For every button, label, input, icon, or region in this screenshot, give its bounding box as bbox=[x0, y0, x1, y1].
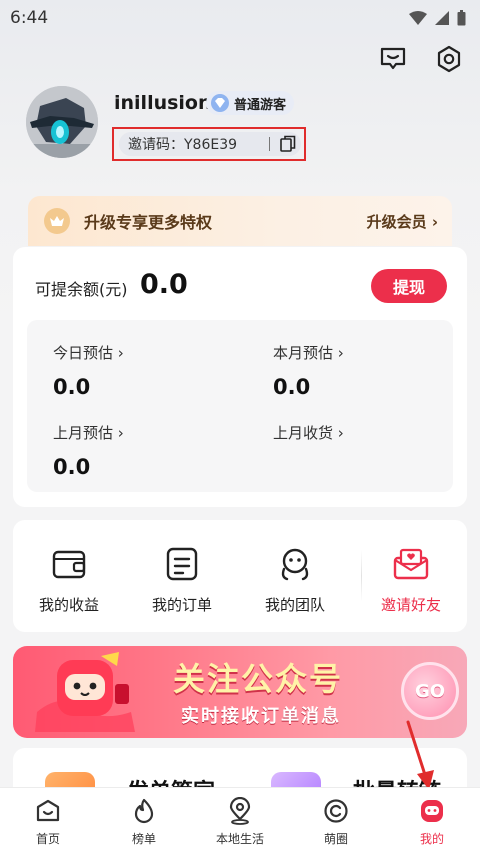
gear-icon bbox=[437, 45, 461, 73]
stat-last-month-received[interactable]: 上月收货 › bbox=[273, 422, 473, 492]
avatar-image bbox=[26, 86, 98, 158]
team-icon bbox=[275, 544, 315, 584]
home-icon bbox=[33, 796, 63, 826]
member-level-label: 普通游客 bbox=[234, 97, 287, 113]
action-my-team[interactable]: 我的团队 bbox=[245, 520, 345, 632]
stat-value: 0.0 bbox=[273, 375, 311, 399]
diamond-icon bbox=[211, 94, 229, 112]
tab-home[interactable]: 首页 bbox=[0, 788, 96, 853]
flame-icon bbox=[129, 796, 159, 826]
member-level-badge: 普通游客 bbox=[206, 91, 295, 115]
stat-label: 本月预估 › bbox=[273, 344, 344, 362]
banner-title: 关注公众号 bbox=[173, 660, 344, 698]
profile-icon bbox=[417, 796, 447, 826]
mascot-illustration bbox=[35, 652, 135, 732]
wallet-icon bbox=[49, 544, 89, 584]
stat-value: 0.0 bbox=[53, 375, 91, 399]
banner-subtitle: 实时接收订单消息 bbox=[181, 706, 341, 727]
order-icon bbox=[162, 544, 202, 584]
action-label: 我的收益 bbox=[38, 596, 99, 614]
invite-code-pill[interactable]: 邀请码：Y86E39 bbox=[119, 132, 301, 156]
stat-label: 今日预估 › bbox=[53, 344, 124, 362]
stat-label: 上月收货 › bbox=[273, 424, 344, 442]
settings-button[interactable] bbox=[434, 44, 464, 74]
header-actions bbox=[378, 44, 464, 74]
avatar[interactable] bbox=[26, 86, 98, 158]
tab-cute-circle[interactable]: 萌圈 bbox=[288, 788, 384, 853]
stat-today-estimate[interactable]: 今日预估 › 0.0 bbox=[53, 342, 253, 412]
invite-code-text: 邀请码：Y86E39 bbox=[128, 137, 238, 153]
stat-value: 0.0 bbox=[53, 455, 91, 479]
pointer-arrow bbox=[406, 720, 434, 790]
action-label: 邀请好友 bbox=[380, 596, 441, 614]
action-my-orders[interactable]: 我的订单 bbox=[132, 520, 232, 632]
vip-upgrade-banner[interactable]: 升级专享更多特权 升级会员 › bbox=[28, 196, 452, 246]
action-label: 我的团队 bbox=[264, 596, 325, 614]
action-invite-friends[interactable]: 邀请好友 bbox=[361, 520, 461, 632]
battery-icon bbox=[457, 10, 466, 26]
action-label: 我的订单 bbox=[151, 596, 212, 614]
action-my-earnings[interactable]: 我的收益 bbox=[19, 520, 119, 632]
wifi-icon bbox=[409, 11, 427, 25]
earnings-stats: 今日预估 › 0.0 本月预估 › 0.0 上月预估 › 0.0 上月收货 › bbox=[27, 320, 453, 492]
copy-icon[interactable] bbox=[280, 135, 296, 153]
invite-code-highlight: 邀请码：Y86E39 bbox=[112, 127, 306, 161]
crown-icon bbox=[44, 208, 70, 234]
balance-card: 可提余额(元) 0.0 提现 今日预估 › 0.0 本月预估 › 0.0 上月预… bbox=[13, 247, 467, 507]
stat-last-month-estimate[interactable]: 上月预估 › 0.0 bbox=[53, 422, 253, 492]
invite-envelope-icon bbox=[391, 544, 431, 584]
withdraw-button[interactable]: 提现 bbox=[371, 269, 447, 303]
go-button[interactable]: GO bbox=[401, 662, 459, 720]
stat-label: 上月预估 › bbox=[53, 424, 124, 442]
tab-local-life[interactable]: 本地生活 bbox=[192, 788, 288, 853]
location-icon bbox=[225, 796, 255, 826]
tab-mine[interactable]: 我的 bbox=[384, 788, 480, 853]
signal-icon bbox=[435, 11, 449, 25]
follow-official-account-banner[interactable]: 关注公众号 实时接收订单消息 GO bbox=[13, 646, 467, 738]
tab-label: 榜单 bbox=[131, 832, 156, 846]
tab-label: 本地生活 bbox=[215, 832, 264, 846]
message-icon bbox=[380, 47, 406, 70]
upgrade-member-link[interactable]: 升级会员 › bbox=[367, 211, 438, 232]
message-button[interactable] bbox=[378, 44, 408, 74]
tab-label: 我的 bbox=[419, 832, 444, 846]
bottom-tab-bar: 首页 榜单 本地生活 萌圈 我的 bbox=[0, 787, 480, 853]
profile-section: inillusion 普通游客 邀请码：Y86E39 bbox=[26, 86, 466, 166]
quick-actions-card: 我的收益 我的订单 我的团队 邀请好友 bbox=[13, 520, 467, 632]
stat-month-estimate[interactable]: 本月预估 › 0.0 bbox=[273, 342, 473, 412]
balance-label: 可提余额(元) bbox=[35, 280, 128, 299]
status-time: 6:44 bbox=[10, 8, 49, 28]
tab-label: 首页 bbox=[35, 832, 60, 846]
status-bar: 6:44 bbox=[0, 0, 480, 36]
username: inillusion bbox=[114, 92, 212, 114]
tab-label: 萌圈 bbox=[323, 832, 348, 846]
tab-rankings[interactable]: 榜单 bbox=[96, 788, 192, 853]
status-icons bbox=[409, 10, 466, 26]
vip-upgrade-title: 升级专享更多特权 bbox=[84, 213, 213, 232]
invite-code-divider bbox=[269, 137, 270, 151]
balance-value: 0.0 bbox=[140, 269, 188, 300]
circle-icon bbox=[321, 796, 351, 826]
